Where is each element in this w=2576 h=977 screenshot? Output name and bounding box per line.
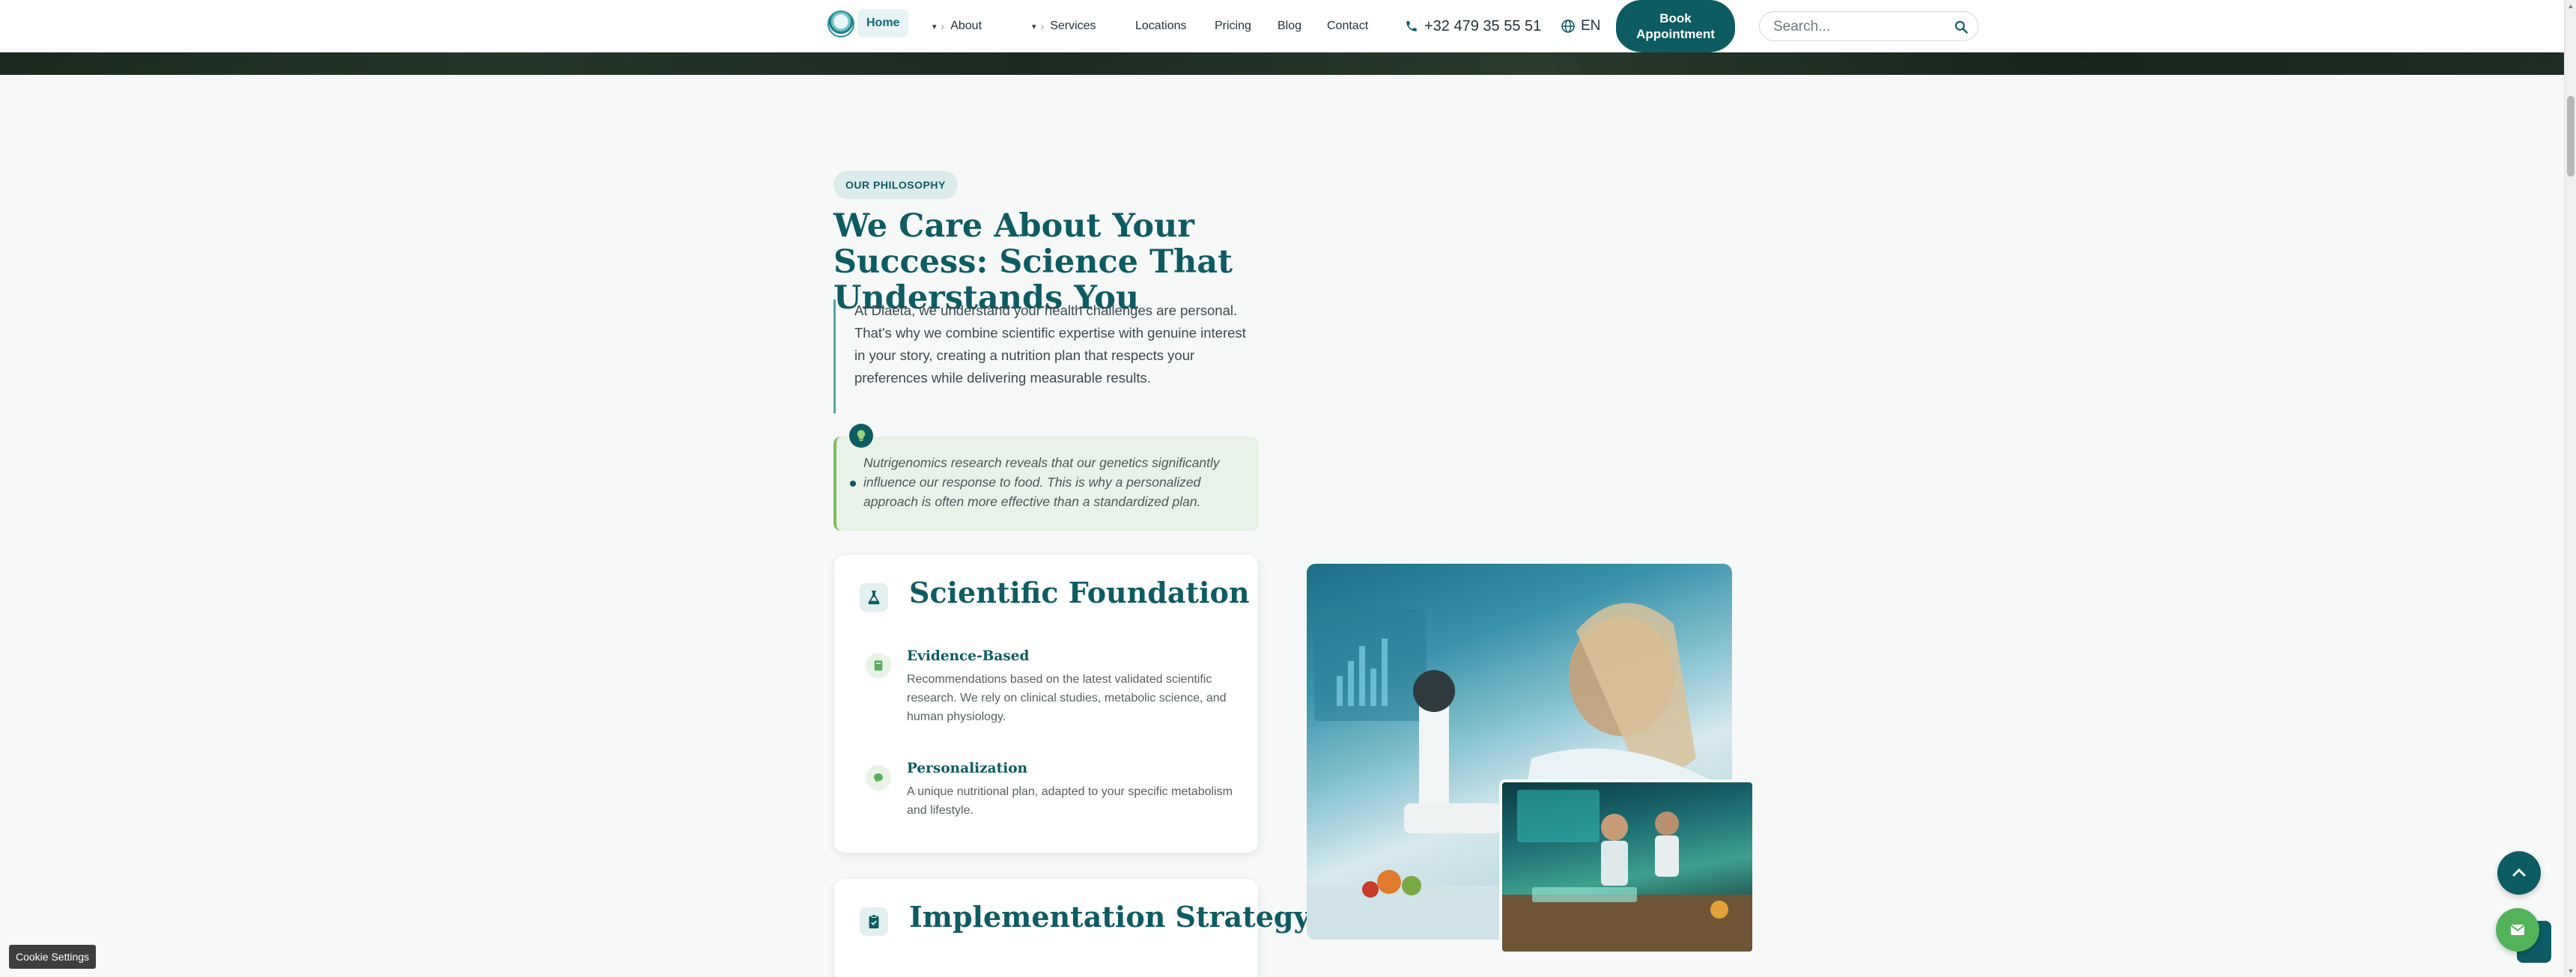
chevron-up-icon — [2512, 868, 2526, 877]
flask-icon — [860, 583, 888, 612]
scrollbar-thumb[interactable] — [2567, 96, 2575, 177]
nav-home-link[interactable]: Home — [857, 9, 909, 37]
caret-down-icon: ▾ — [932, 22, 937, 31]
implementation-strategy-card: Implementation Strategy — [833, 878, 1310, 977]
card-title: Scientific Foundation — [909, 576, 1250, 609]
nav-about-dropdown[interactable]: ▾ › About — [932, 0, 982, 52]
note-text: Nutrigenomics research reveals that our … — [863, 455, 1220, 509]
philosophy-badge: OUR PHILOSOPHY — [833, 171, 958, 199]
cookie-settings-button[interactable]: Cookie Settings — [9, 945, 97, 969]
lab-team-image — [1499, 779, 1755, 955]
page: Home ▾ › About ▾ › Services Locations Pr… — [0, 0, 2576, 977]
card-title: Implementation Strategy — [909, 900, 1310, 934]
brain-icon — [866, 765, 891, 791]
scroll-down-arrow-icon[interactable]: ▼ — [2565, 965, 2576, 977]
nav-services-dropdown[interactable]: ▾ › Services — [1032, 0, 1096, 52]
phone-link[interactable]: +32 479 35 55 51 — [1405, 0, 1541, 52]
feature-title: Evidence-Based — [907, 648, 1030, 664]
chevron-right-icon: › — [941, 20, 945, 32]
nav-pricing-link[interactable]: Pricing — [1215, 0, 1251, 52]
nav-services-label: Services — [1050, 19, 1096, 32]
lightbulb-icon — [849, 424, 873, 448]
search-icon[interactable] — [1954, 19, 1969, 34]
phone-number: +32 479 35 55 51 — [1424, 17, 1542, 34]
language-selector[interactable]: EN — [1561, 0, 1600, 52]
language-label: EN — [1581, 18, 1601, 34]
search-box — [1759, 11, 1978, 41]
feature-title: Personalization — [907, 761, 1028, 776]
scroll-up-arrow-icon[interactable]: ▲ — [2565, 0, 2576, 12]
mail-icon — [2510, 925, 2525, 935]
caret-down-icon: ▾ — [1032, 22, 1036, 31]
feature-description: A unique nutritional plan, adapted to yo… — [907, 785, 1233, 817]
site-logo[interactable] — [827, 10, 854, 37]
nav-locations-link[interactable]: Locations — [1135, 0, 1187, 52]
hero-image-bottom — [0, 52, 2564, 75]
nav-contact-link[interactable]: Contact — [1327, 0, 1368, 52]
scroll-to-top-button[interactable] — [2497, 851, 2541, 895]
contact-mail-button[interactable] — [2496, 908, 2539, 952]
clipboard-check-icon — [860, 907, 888, 936]
search-input[interactable] — [1773, 18, 1945, 36]
feature-description: Recommendations based on the latest vali… — [907, 673, 1227, 723]
nutrigenomics-note: Nutrigenomics research reveals that our … — [833, 424, 1259, 531]
book-appointment-button[interactable]: Book Appointment — [1616, 0, 1735, 52]
globe-icon — [1561, 19, 1575, 33]
note-bullet — [850, 481, 856, 487]
scientific-foundation-card: Scientific Foundation Evidence-Based Rec… — [833, 554, 1259, 853]
book-icon — [866, 653, 891, 678]
chevron-right-icon: › — [1040, 20, 1045, 32]
page-scrollbar[interactable]: ▲ ▼ — [2564, 0, 2576, 977]
intro-paragraph: At Diaeta, we understand your health cha… — [833, 299, 1253, 413]
nav-about-label: About — [950, 19, 982, 32]
phone-icon — [1406, 21, 1417, 31]
nav-blog-link[interactable]: Blog — [1278, 0, 1301, 52]
top-navbar: Home ▾ › About ▾ › Services Locations Pr… — [0, 0, 2564, 52]
